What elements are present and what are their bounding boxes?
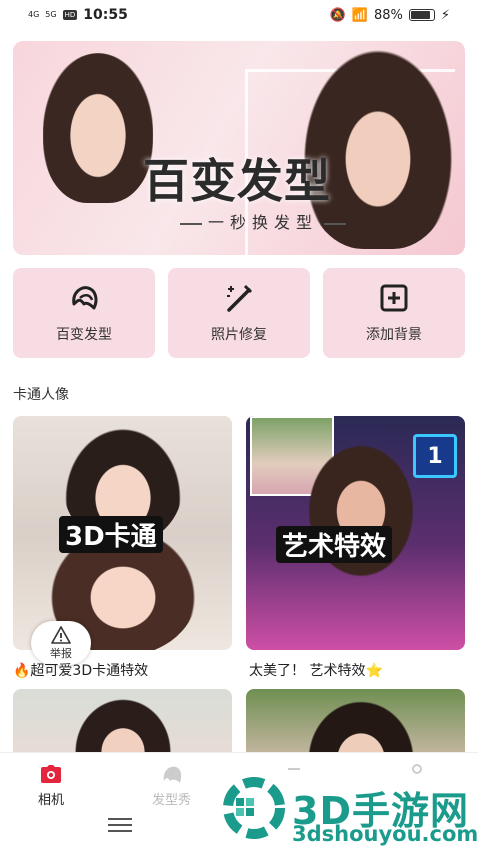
nav-label: 发型秀 [152, 793, 192, 808]
tool-hairstyle-button[interactable]: 百变发型 [13, 268, 155, 358]
battery-percent: 88% [373, 7, 403, 23]
add-box-icon [380, 284, 408, 312]
effect-card[interactable] [246, 689, 465, 759]
hair-icon [72, 286, 98, 310]
menu-handle-icon[interactable] [108, 818, 132, 832]
hair-show-icon [163, 766, 181, 783]
status-bar: 4G 5G HD 10:55 🔕 📶 88% ⚡ [0, 0, 478, 30]
hero-banner[interactable]: 百变发型 一秒换发型 [13, 41, 465, 255]
camera-icon [41, 765, 61, 783]
hd-badge: HD [62, 10, 78, 20]
magic-wand-icon [227, 284, 253, 312]
battery-fill [410, 11, 431, 19]
mute-icon: 🔕 [329, 7, 346, 23]
effect-card-3d-cartoon[interactable]: 3D卡通 [13, 416, 232, 650]
card-portrait [301, 436, 421, 586]
card-tag: 3D卡通 [59, 516, 163, 553]
tool-add-background-button[interactable]: 添加背景 [323, 268, 465, 358]
watermark-logo [223, 777, 285, 839]
banner-subtitle: 一秒换发型 [153, 209, 373, 233]
section-title: 卡通人像 [13, 387, 69, 403]
charging-icon: ⚡ [440, 7, 450, 23]
report-button[interactable]: 举报 [31, 621, 91, 665]
tool-label: 照片修复 [211, 327, 267, 343]
effect-card[interactable] [13, 689, 232, 759]
card-tag: 艺术特效 [276, 526, 393, 563]
neon-sign: 1 [413, 434, 457, 478]
banner-title: 百变发型 [143, 154, 331, 208]
signal-4g-indicator: 4G [28, 10, 40, 19]
card-portrait [306, 699, 416, 759]
battery-icon [408, 9, 435, 21]
effect-card-art[interactable]: 1 艺术特效 [246, 416, 465, 650]
watermark-url: 3dshouyou.com [292, 822, 478, 846]
tool-photo-restore-button[interactable]: 照片修复 [168, 268, 310, 358]
card-caption: 🔥超可爱3D卡通特效 [13, 663, 149, 679]
tool-label: 百变发型 [56, 327, 112, 343]
warning-icon [51, 626, 71, 644]
nav-camera[interactable]: 相机 [38, 763, 64, 808]
tool-grid: 百变发型 照片修复 添加背景 [13, 268, 465, 358]
tool-label: 添加背景 [366, 327, 422, 343]
nav-hair-show[interactable]: 发型秀 [152, 763, 191, 808]
banner-portrait-left [43, 53, 153, 203]
card-portrait [73, 697, 173, 759]
signal-5g-indicator: 5G [45, 10, 57, 19]
report-label: 举报 [50, 647, 72, 660]
clock: 10:55 [83, 7, 128, 23]
nav-label: 相机 [38, 793, 65, 808]
card-caption: 太美了！ 艺术特效⭐ [249, 663, 383, 679]
wifi-icon: 📶 [351, 7, 368, 23]
